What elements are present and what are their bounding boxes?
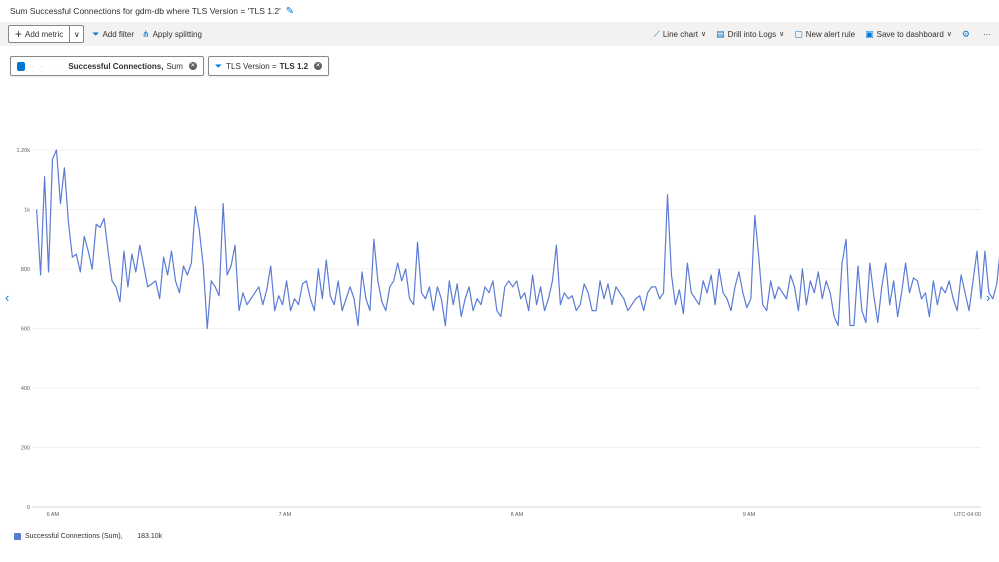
apply-splitting-label: Apply splitting [153,30,202,39]
add-filter-label: Add filter [102,30,134,39]
line-chart-label: Line chart [663,30,698,39]
filter-key: TLS Version = [226,62,276,71]
legend-value: 183.10k [137,533,162,540]
line-chart: 0 200 400 600 800 1k 1.20k 6 AM 7 AM 8 AM 9 AM UT… [0,90,999,530]
timezone-label: UTC-04:00 [954,512,981,518]
x-tick-label: 7 AM [279,512,292,518]
add-filter-button[interactable]: ⏷ Add filter [92,29,134,40]
y-tick-label: 200 [21,446,30,452]
legend-swatch [14,533,21,540]
save-to-dashboard-label: Save to dashboard [877,30,944,39]
x-tick-label: 9 AM [743,512,756,518]
chevron-right-icon[interactable]: › [986,290,990,305]
chart-title: Sum Successful Connections for gdm-db wh… [10,6,281,16]
add-metric-dropdown-button[interactable]: ∨ [69,26,83,42]
chart-series [37,150,999,329]
metric-pill[interactable]: · · · · Successful Connections, Sum ✕ [10,56,204,76]
filter-pill[interactable]: ⏷ TLS Version = TLS 1.2 ✕ [208,56,329,76]
y-tick-label: 1k [24,208,30,214]
gear-icon: ⚙ [962,29,970,40]
y-tick-label: 800 [21,267,30,273]
remove-filter-close-icon[interactable]: ✕ [314,62,322,70]
chevron-down-icon: ∨ [947,30,952,38]
new-alert-rule-button[interactable]: ▢ New alert rule [794,29,855,40]
chart-grid [32,150,981,507]
filter-value: TLS 1.2 [280,62,308,71]
splitting-icon: ⋔ [142,29,150,40]
metric-pills: · · · · Successful Connections, Sum ✕ ⏷ … [10,56,329,76]
toolbar: + Add metric ∨ ⏷ Add filter ⋔ Apply spli… [0,22,999,46]
chevron-down-icon: ∨ [701,30,706,38]
y-tick-label: 0 [27,505,30,511]
metrics-explorer: Sum Successful Connections for gdm-db wh… [0,0,999,562]
chart-title-bar: Sum Successful Connections for gdm-db wh… [0,0,999,22]
y-tick-label: 1.20k [17,148,31,154]
series-line[interactable] [37,150,999,329]
chevron-left-icon[interactable]: ‹ [5,290,9,305]
add-metric-group: + Add metric ∨ [8,25,84,43]
x-tick-label: 6 AM [47,512,60,518]
metric-resource-masked: · · · · [31,62,62,71]
filter-add-icon: ⏷ [92,29,99,40]
edit-title-pencil-icon[interactable]: ✎ [286,6,294,17]
add-metric-button[interactable]: + Add metric [9,26,69,42]
more-options-button[interactable]: ··· [983,30,991,39]
toolbar-right: ⟋ Line chart ∨ ▤ Drill into Logs ∨ ▢ New… [644,29,999,40]
remove-metric-close-icon[interactable]: ✕ [189,62,197,70]
ellipsis-icon: ··· [983,30,991,39]
database-icon [17,62,25,71]
metric-aggregation: Sum [166,62,182,71]
x-tick-label: 8 AM [511,512,524,518]
chevron-down-icon: ∨ [779,30,784,38]
legend-masked: · · [127,533,134,540]
toolbar-left: + Add metric ∨ ⏷ Add filter ⋔ Apply spli… [0,22,202,46]
apply-splitting-button[interactable]: ⋔ Apply splitting [142,29,202,40]
line-chart-dropdown[interactable]: ⟋ Line chart ∨ [654,29,707,40]
metric-name: Successful Connections, [68,62,163,71]
add-metric-label: Add metric [25,30,63,39]
drill-into-logs-dropdown[interactable]: ▤ Drill into Logs ∨ [716,29,784,40]
filter-icon: ⏷ [215,61,222,72]
settings-button[interactable]: ⚙ [962,29,973,40]
chevron-down-icon: ∨ [74,30,80,39]
y-tick-label: 400 [21,386,30,392]
x-axis-ticks: 6 AM 7 AM 8 AM 9 AM [47,512,756,518]
line-chart-icon: ⟋ [654,29,660,40]
alert-rule-icon: ▢ [794,29,803,40]
drill-into-logs-label: Drill into Logs [728,30,776,39]
y-axis-ticks: 0 200 400 600 800 1k 1.20k [17,148,31,511]
new-alert-rule-label: New alert rule [806,30,855,39]
logs-icon: ▤ [716,29,725,40]
chart-legend[interactable]: Successful Connections (Sum), · · 183.10… [14,533,162,540]
legend-series-name: Successful Connections (Sum), [25,533,123,540]
y-tick-label: 600 [21,327,30,333]
save-to-dashboard-dropdown[interactable]: ▣ Save to dashboard ∨ [865,29,952,40]
plus-icon: + [15,28,22,40]
save-icon: ▣ [865,29,874,40]
